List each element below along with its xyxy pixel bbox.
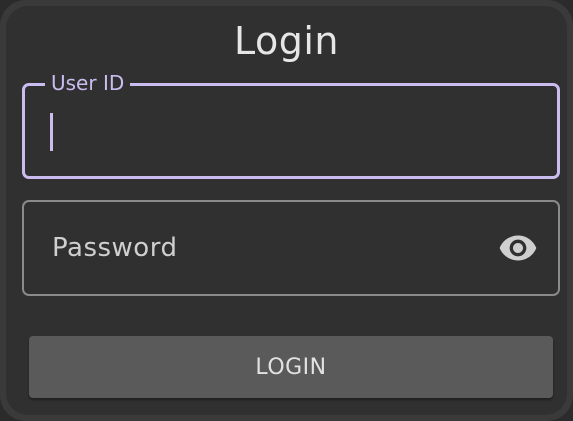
user-id-input[interactable] <box>47 106 537 158</box>
show-password-button[interactable] <box>498 230 538 270</box>
user-id-label: User ID <box>45 71 131 95</box>
login-card: Login User ID LOGIN <box>6 6 567 415</box>
dialog-title: Login <box>233 19 339 63</box>
user-id-field[interactable]: User ID <box>22 71 560 179</box>
password-field[interactable] <box>22 200 560 296</box>
login-button[interactable]: LOGIN <box>29 336 553 398</box>
login-dialog-frame: Login User ID LOGIN <box>0 0 573 421</box>
eye-icon <box>498 228 538 272</box>
password-input[interactable] <box>50 222 488 274</box>
